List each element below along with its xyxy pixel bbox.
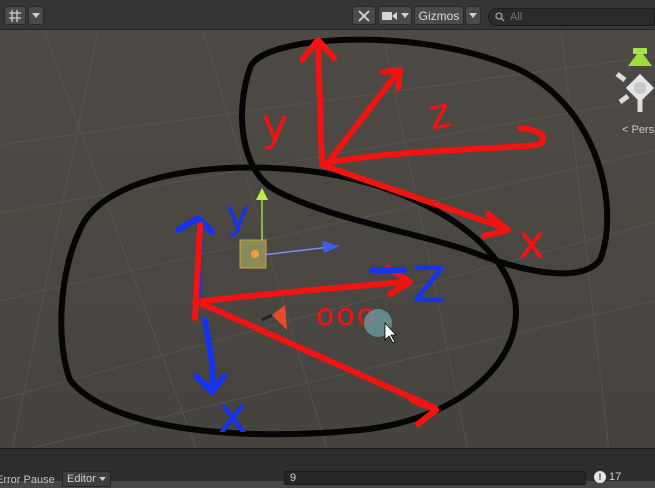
console-search-field[interactable]: 9 — [284, 471, 586, 485]
gizmos-button[interactable]: Gizmos — [414, 6, 464, 25]
error-pause-button[interactable]: Error Pause — [0, 474, 55, 488]
top-z-label: z — [424, 87, 456, 140]
editor-dropdown[interactable]: Editor — [62, 471, 111, 487]
editor-dropdown-label: Editor — [67, 473, 96, 485]
bottom-y-label: y — [226, 192, 250, 238]
scene-search-input[interactable] — [510, 11, 650, 23]
search-icon — [495, 12, 505, 22]
tools-toggle-button[interactable] — [352, 6, 376, 25]
camera-settings-button[interactable] — [378, 6, 412, 25]
chevron-down-icon — [400, 12, 409, 18]
scene-canvas: y z x y Z x ooo — [0, 30, 655, 448]
scene-toolbar: Gizmos — [0, 0, 655, 30]
grid-icon — [9, 9, 21, 22]
top-x-label: x — [518, 215, 545, 269]
projection-label[interactable]: < Persp — [622, 124, 655, 136]
gizmos-dropdown-button[interactable] — [465, 6, 481, 25]
gizmos-label: Gizmos — [418, 8, 460, 23]
orientation-gizmo[interactable] — [615, 48, 655, 112]
info-icon: ! — [594, 471, 606, 483]
top-outline-blob — [239, 36, 611, 277]
scene-view[interactable]: y z x y Z x ooo < Pers — [0, 30, 655, 448]
info-count-badge[interactable]: ! 17 — [594, 471, 621, 483]
info-count: 17 — [609, 471, 622, 483]
grid-dropdown-button[interactable] — [28, 6, 44, 25]
top-y-label: y — [262, 100, 288, 151]
bottom-z-label: Z — [412, 256, 446, 314]
camera-icon — [381, 11, 397, 20]
scene-search[interactable] — [488, 8, 655, 26]
chevron-down-icon — [469, 12, 477, 18]
bottom-x-label: x — [218, 386, 248, 444]
crossed-tools-icon — [358, 9, 370, 22]
bottom-axes-drawing — [175, 215, 439, 427]
grid-toggle-button[interactable] — [4, 6, 26, 25]
chevron-down-icon — [32, 12, 40, 18]
console-toolbar: Error Pause Editor 9 ! 17 — [0, 448, 655, 487]
